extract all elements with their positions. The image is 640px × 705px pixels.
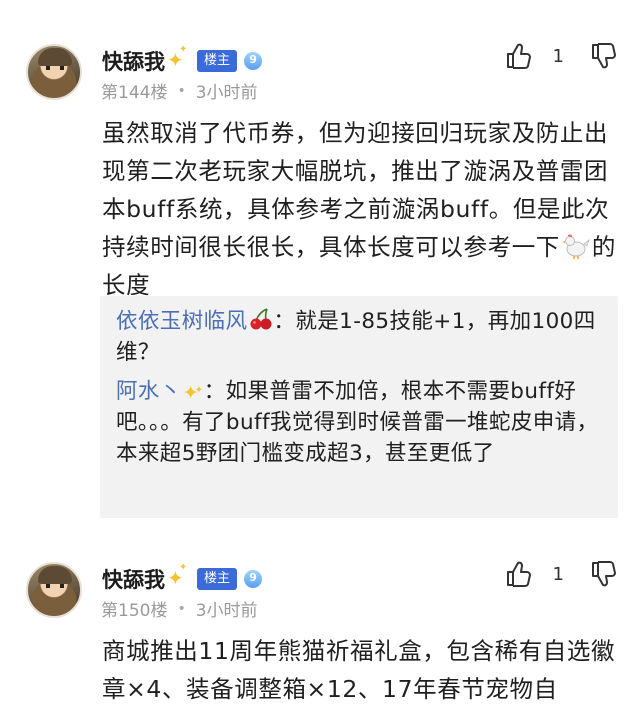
reply-author[interactable]: 依依玉树临风 (116, 309, 247, 334)
chicken-emoji-icon (561, 234, 590, 259)
floor-number: 第150楼 (101, 601, 168, 621)
thumbs-down-icon[interactable] (590, 560, 616, 588)
reply-item[interactable]: 依依玉树临风 ：就是1-85技能+1，再加100四维？ (116, 306, 602, 368)
username[interactable]: 快舔我 (102, 46, 165, 76)
level-badge-icon: 9 (243, 51, 263, 71)
sparkle-icon (167, 44, 189, 72)
thumbs-down-icon[interactable] (590, 42, 616, 70)
vote-group: 1 (505, 42, 616, 70)
sparkle-icon (167, 562, 189, 590)
post-time: 3小时前 (195, 83, 258, 103)
cherry-emoji-icon (250, 308, 272, 330)
meta-separator: • (177, 600, 186, 617)
like-count: 1 (552, 45, 564, 67)
post-content: 商城推出11周年熊猫祈福礼盒，包含稀有自选徽章×4、装备调整箱×12、17年春节… (102, 637, 616, 703)
vote-group: 1 (505, 560, 616, 588)
floor-number: 第144楼 (101, 83, 168, 103)
level-badge-icon: 9 (243, 569, 263, 589)
post-content: 虽然取消了代币券，但为迎接回归玩家及防止出现第二次老玩家大幅脱坑，推出了漩涡及普… (102, 119, 617, 299)
username[interactable]: 快舔我 (102, 564, 165, 594)
sparkle-icon (182, 375, 204, 409)
reply-separator: ： (203, 379, 226, 404)
thumbs-up-icon[interactable] (505, 42, 531, 70)
post-meta: 第150楼 • 3小时前 (101, 596, 258, 622)
author-row: 快舔我 楼主 9 (102, 562, 263, 594)
post-meta: 第144楼 • 3小时前 (101, 78, 258, 104)
reply-item[interactable]: 阿水丶：如果普雷不加倍，根本不需要buff好吧。。。有了buff我觉得到时候普雷… (116, 375, 602, 469)
avatar[interactable] (26, 562, 82, 618)
reply-separator: ： (273, 309, 296, 334)
reply-list[interactable]: 依依玉树临风 ：就是1-85技能+1，再加100四维？ 阿水丶：如果普雷不加倍，… (100, 296, 618, 518)
reply-author[interactable]: 阿水丶 (116, 379, 182, 404)
like-count: 1 (552, 563, 564, 585)
owner-badge: 楼主 (197, 568, 238, 590)
thumbs-up-icon[interactable] (505, 560, 531, 588)
meta-separator: • (177, 82, 186, 99)
avatar[interactable] (26, 44, 82, 100)
author-row: 快舔我 楼主 9 (102, 44, 263, 76)
post-time: 3小时前 (195, 601, 258, 621)
owner-badge: 楼主 (197, 50, 238, 72)
